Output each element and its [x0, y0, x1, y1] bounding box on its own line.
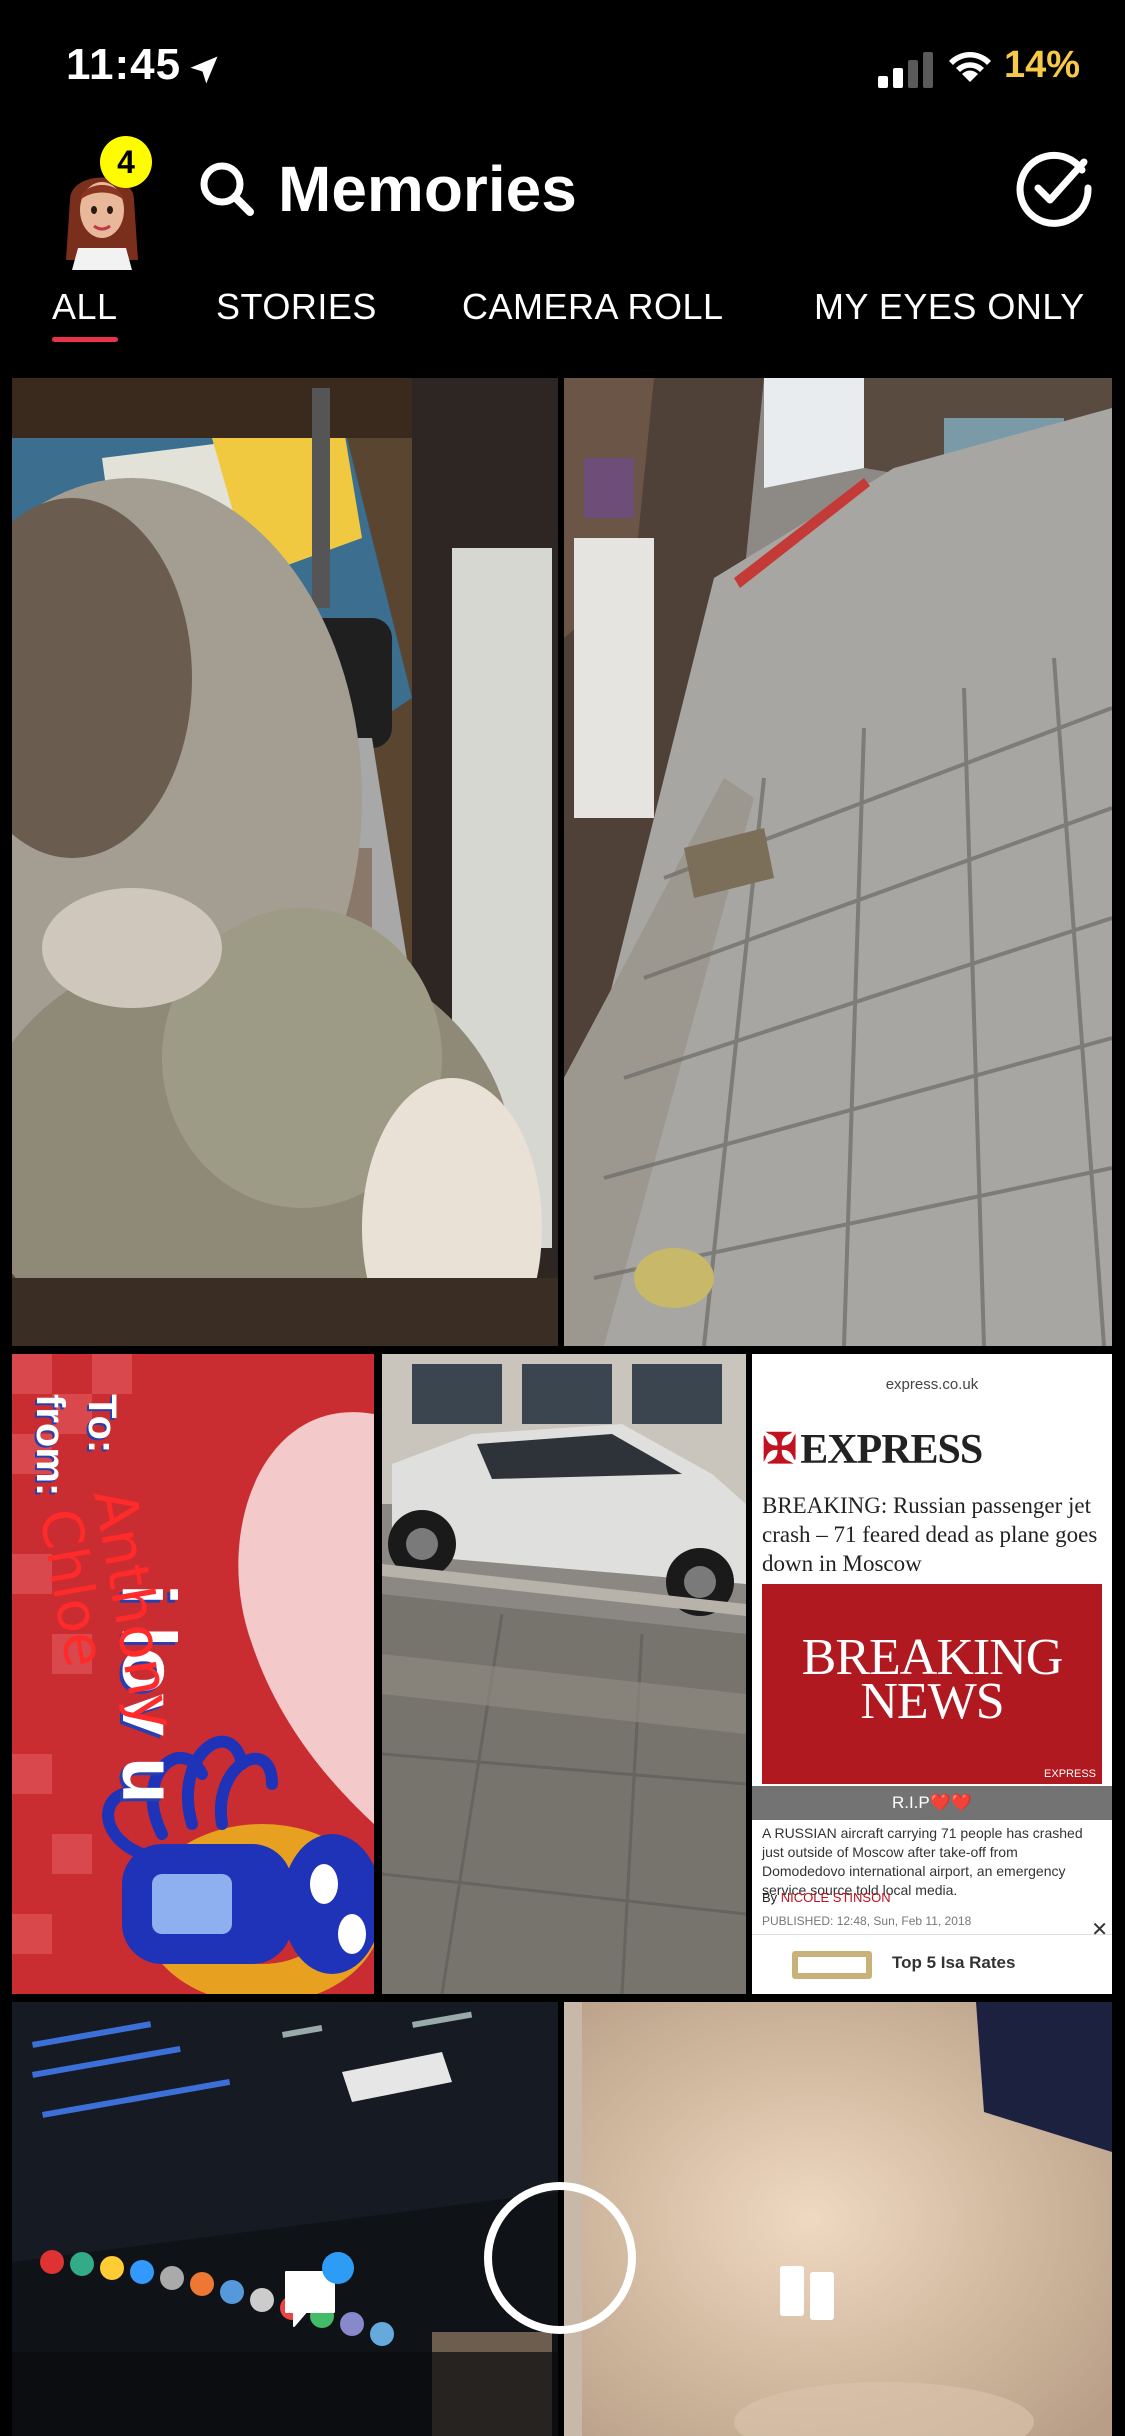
notification-badge: 4: [100, 136, 152, 188]
news-byline: By NICOLE STINSON: [762, 1890, 891, 1905]
news-body: A RUSSIAN aircraft carrying 71 people ha…: [762, 1825, 1083, 1898]
ad-close-icon[interactable]: ✕: [1091, 1917, 1108, 1942]
news-published: PUBLISHED: 12:48, Sun, Feb 11, 2018: [762, 1914, 972, 1928]
capture-button[interactable]: [484, 2182, 636, 2334]
breaking-image-tag: EXPRESS: [1044, 1768, 1096, 1780]
chat-icon[interactable]: [280, 2252, 360, 2332]
street-photo: [564, 378, 1112, 1346]
battery-percent: 14%: [1004, 44, 1081, 86]
memory-tile-street[interactable]: [564, 378, 1112, 1346]
checkmark-circle-icon[interactable]: [1012, 146, 1096, 230]
news-url: express.co.uk: [885, 1376, 979, 1393]
breaking-news-text: BREAKING NEWS: [801, 1629, 1064, 1731]
memories-grid: i lov u To: from: Anthony Chloe express.…: [0, 0, 1125, 2436]
tab-stories[interactable]: STORIES: [216, 286, 377, 328]
ad-banner: Top 5 Isa Rates ✕: [752, 1919, 1112, 1994]
bottom-bar: [0, 2140, 1125, 2436]
search-icon[interactable]: [196, 158, 258, 220]
wifi-icon: [949, 52, 991, 82]
stories-icon[interactable]: [776, 2260, 840, 2324]
location-arrow-icon: [190, 56, 218, 84]
snap-caption: R.I.P❤️❤️: [752, 1786, 1112, 1820]
memory-tile-cat[interactable]: [12, 378, 558, 1346]
love-card-from-label: from:: [28, 1394, 72, 1497]
memory-tile-love-card[interactable]: i lov u To: from: Anthony Chloe: [12, 1354, 374, 1994]
cat-photo: [12, 378, 558, 1346]
ad-text: Top 5 Isa Rates: [892, 1953, 1016, 1972]
tab-camera-roll[interactable]: CAMERA ROLL: [462, 286, 724, 328]
memories-header: 4 Memories: [0, 130, 1125, 270]
page-title: Memories: [278, 153, 577, 225]
tab-my-eyes-only[interactable]: MY EYES ONLY: [814, 286, 1085, 328]
tab-all[interactable]: ALL: [52, 286, 118, 342]
status-time: 11:45: [66, 40, 182, 89]
status-bar: 11:45 14%: [0, 0, 1125, 130]
cellular-signal-icon: [878, 52, 933, 88]
car-photo: [382, 1354, 746, 1994]
memory-tile-news[interactable]: express.co.uk ✠EXPRESS BREAKING: Russian…: [752, 1354, 1112, 1994]
news-headline: BREAKING: Russian passenger jet crash – …: [762, 1493, 1098, 1576]
memory-tile-car[interactable]: [382, 1354, 746, 1994]
ad-logo-icon: [792, 1951, 872, 1979]
breaking-news-image: BREAKING NEWS EXPRESS: [762, 1584, 1102, 1784]
news-brand: ✠EXPRESS: [762, 1427, 983, 1473]
memories-tabs: ALL STORIES CAMERA ROLL MY EYES ONLY: [0, 286, 1125, 356]
love-card-to-label: To:: [80, 1394, 124, 1454]
